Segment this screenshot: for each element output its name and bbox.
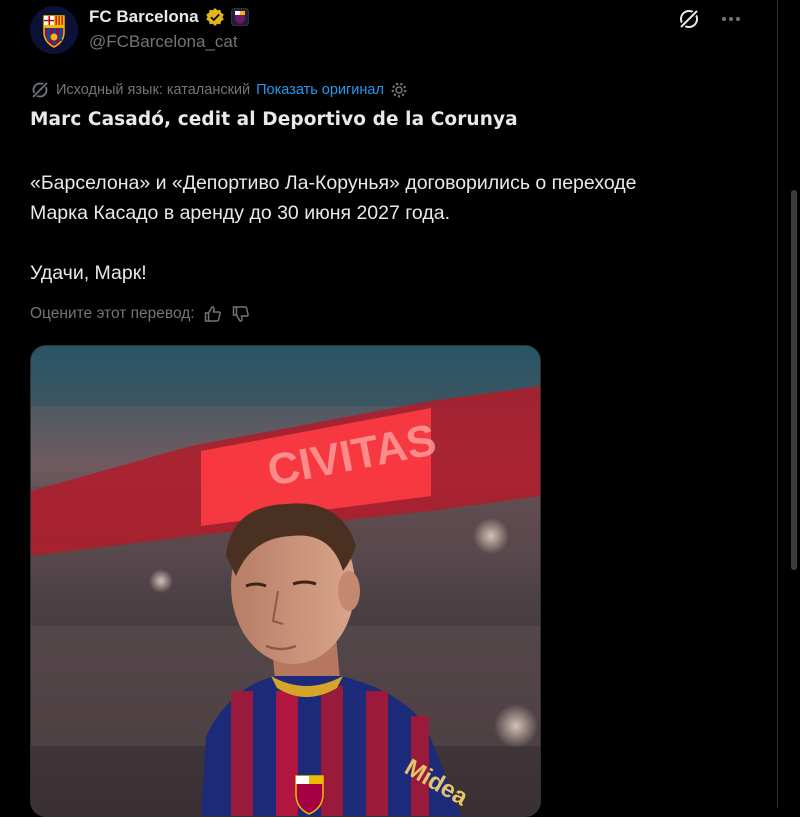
original-title: Marc Casadó, cedit al Deportivo de la Co…	[30, 109, 518, 130]
settings-gear-icon[interactable]	[390, 81, 408, 99]
translation-notice: Исходный язык: каталанский Показать ориг…	[30, 80, 408, 100]
rating-label: Оцените этот перевод:	[30, 305, 195, 322]
account-handle[interactable]: @FCBarcelona_cat	[89, 32, 238, 52]
account-name[interactable]: FC Barcelona	[89, 7, 199, 27]
tweet-body: «Барселона» и «Депортиво Ла-Корунья» дог…	[30, 168, 750, 288]
translate-icon	[30, 80, 50, 100]
affiliate-badge-icon[interactable]	[230, 8, 249, 26]
thumbs-up-icon[interactable]	[203, 304, 223, 324]
tweet: FC Barcelona @FCBarcelona_cat Исходный я…	[0, 0, 777, 817]
scrollbar-thumb[interactable]	[791, 190, 797, 570]
grok-button[interactable]	[676, 6, 702, 32]
source-language-label: Исходный язык: каталанский	[56, 82, 251, 98]
avatar[interactable]	[30, 6, 78, 54]
body-line: Марка Касадо в аренду до 30 июня 2027 го…	[30, 202, 450, 224]
header-actions	[676, 6, 744, 32]
fc-barcelona-crest-icon	[30, 6, 78, 54]
account-name-row[interactable]: FC Barcelona	[89, 7, 249, 27]
grok-icon	[678, 8, 700, 30]
thumbs-down-icon[interactable]	[231, 304, 251, 324]
more-options-button[interactable]	[718, 6, 744, 32]
translation-rating: Оцените этот перевод:	[30, 304, 251, 324]
show-original-link[interactable]: Показать оригинал	[256, 82, 384, 98]
column-divider	[777, 0, 778, 808]
verified-badge-icon	[205, 8, 224, 26]
body-line: «Барселона» и «Депортиво Ла-Корунья» дог…	[30, 172, 637, 194]
body-line: Удачи, Марк!	[30, 262, 147, 284]
tweet-media-photo[interactable]: CIVITAS Midea	[30, 345, 541, 817]
more-options-icon	[722, 17, 740, 21]
player-photo: CIVITAS Midea	[31, 346, 540, 816]
